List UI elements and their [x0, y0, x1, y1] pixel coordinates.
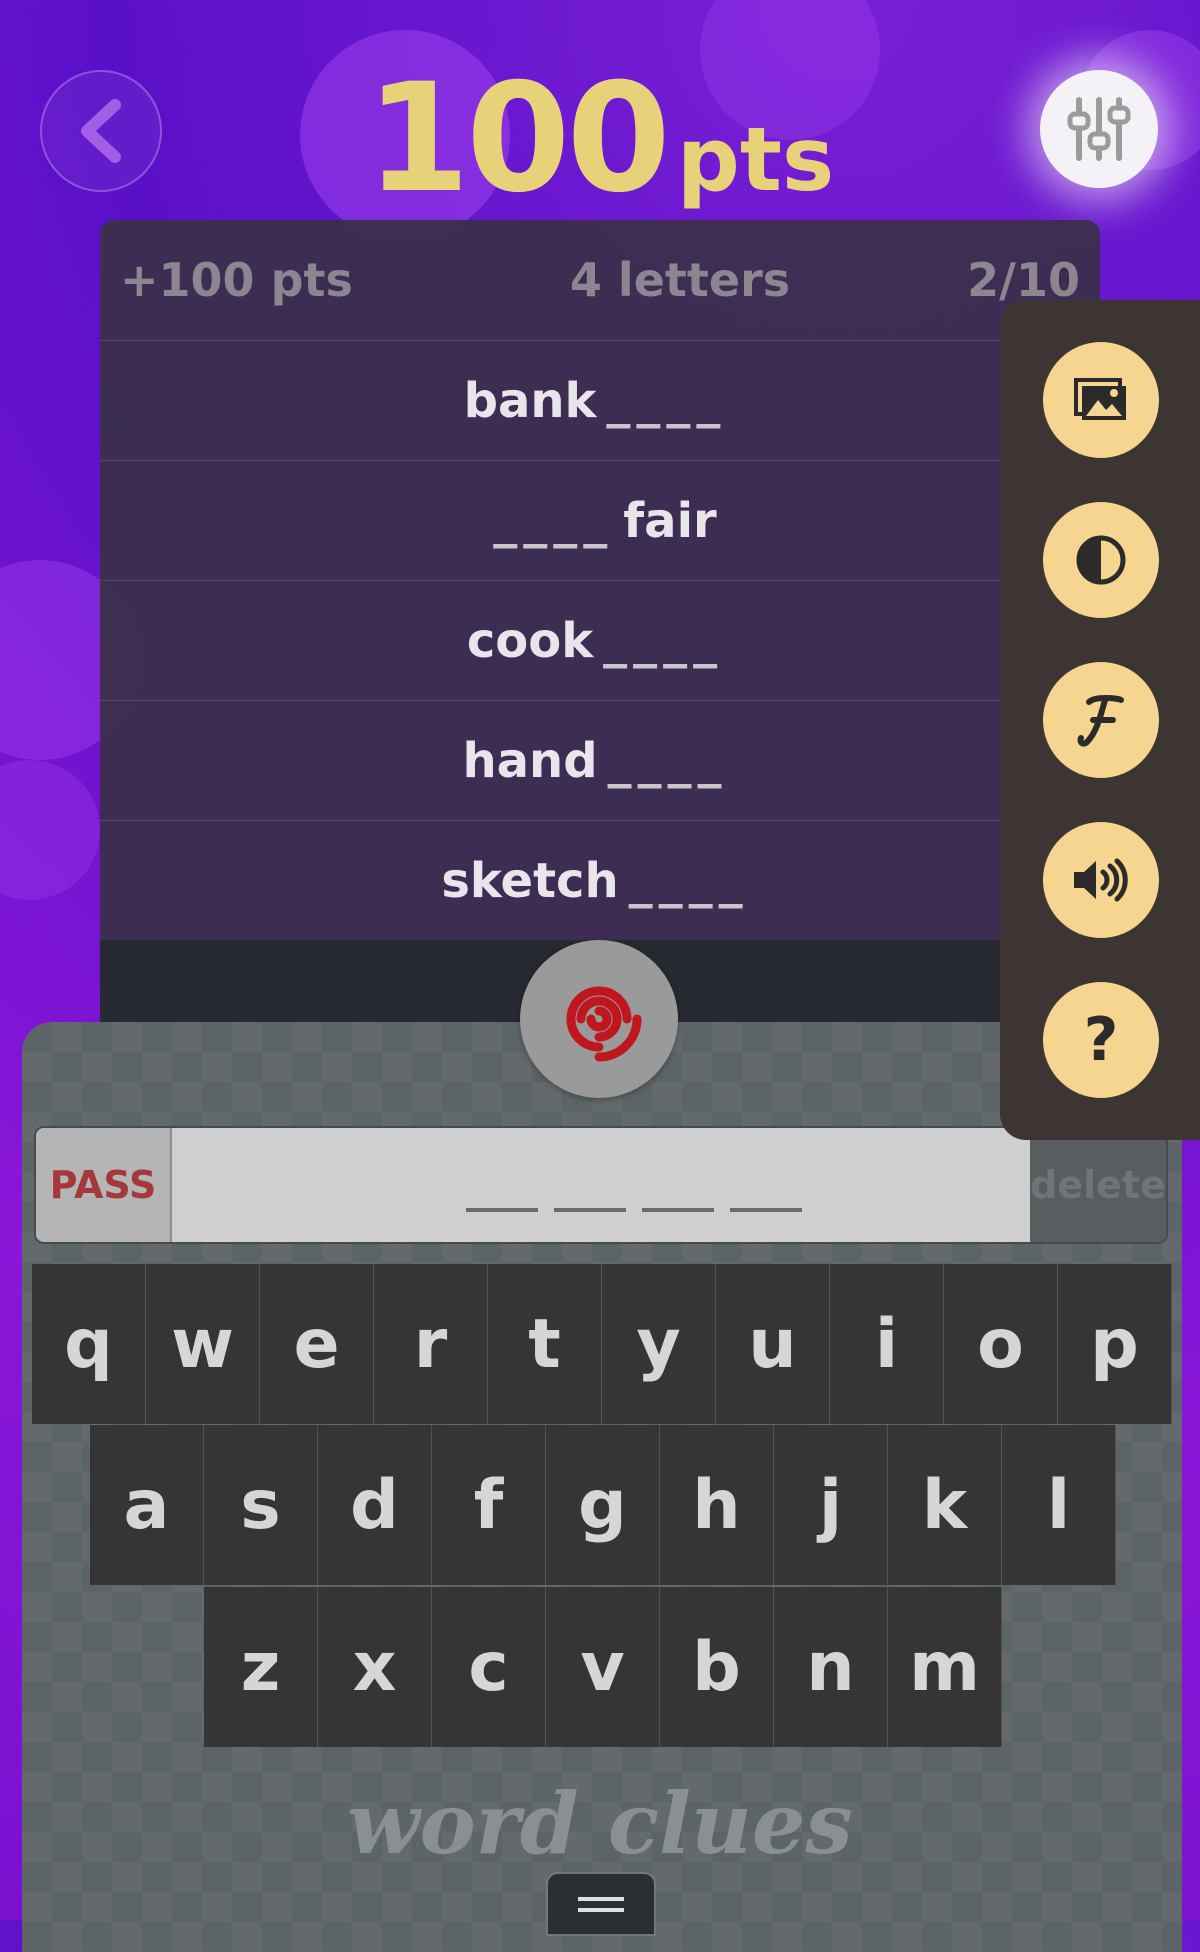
answer-input[interactable] — [172, 1128, 1028, 1242]
key-k[interactable]: k — [888, 1425, 1002, 1585]
key-e[interactable]: e — [260, 1264, 374, 1424]
background-bokeh — [0, 760, 100, 900]
score-display: 100 pts — [0, 52, 1200, 226]
pass-button[interactable]: PASS — [36, 1128, 172, 1242]
keyboard-row-1: q w e r t y u i o p — [32, 1264, 1172, 1424]
key-j[interactable]: j — [774, 1425, 888, 1585]
clue-panel: +100 pts 4 letters 2/10 bank ____ ____ f… — [100, 220, 1100, 1040]
hamburger-icon — [578, 1907, 624, 1912]
keyboard-row-2: a s d f g h j k l — [90, 1425, 1116, 1585]
letter-slot — [642, 1208, 714, 1212]
key-t[interactable]: t — [488, 1264, 602, 1424]
word-length: 4 letters — [569, 253, 791, 307]
hamburger-icon — [578, 1896, 624, 1901]
key-w[interactable]: w — [146, 1264, 260, 1424]
clue-word: bank — [463, 372, 597, 429]
key-s[interactable]: s — [204, 1425, 318, 1585]
clue-row: ____ fair — [100, 461, 1100, 581]
clue-panel-header: +100 pts 4 letters 2/10 — [100, 220, 1100, 341]
clue-row: cook ____ — [100, 581, 1100, 701]
clue-word: cook — [466, 612, 594, 669]
contrast-button[interactable] — [1043, 502, 1159, 618]
key-c[interactable]: c — [432, 1587, 546, 1747]
sliders-icon — [1067, 97, 1131, 161]
key-u[interactable]: u — [716, 1264, 830, 1424]
score-unit: pts — [676, 108, 835, 211]
clue-blank: ____ — [628, 852, 749, 909]
key-q[interactable]: q — [32, 1264, 146, 1424]
delete-button[interactable]: delete — [1030, 1128, 1166, 1242]
clue-blank: ____ — [603, 612, 724, 669]
clue-word: sketch — [441, 852, 619, 909]
contrast-icon — [1076, 535, 1126, 585]
keyboard-row-3: z x c v b n m — [204, 1587, 1002, 1747]
key-g[interactable]: g — [546, 1425, 660, 1585]
clue-blank: ____ — [607, 732, 728, 789]
clue-row: sketch ____ — [100, 821, 1100, 941]
clue-word: fair — [623, 492, 717, 549]
volume-button[interactable] — [1043, 822, 1159, 938]
answer-bar: PASS delete — [34, 1126, 1168, 1244]
key-y[interactable]: y — [602, 1264, 716, 1424]
score-value: 100 — [365, 52, 671, 226]
settings-button[interactable] — [1040, 70, 1158, 188]
font-button[interactable] — [1043, 662, 1159, 778]
key-r[interactable]: r — [374, 1264, 488, 1424]
key-a[interactable]: a — [90, 1425, 204, 1585]
help-button[interactable]: ? — [1043, 982, 1159, 1098]
clue-word: hand — [462, 732, 598, 789]
clue-row: bank ____ — [100, 341, 1100, 461]
side-menu: ? — [1000, 300, 1200, 1140]
key-p[interactable]: p — [1058, 1264, 1172, 1424]
key-f[interactable]: f — [432, 1425, 546, 1585]
clue-blank: ____ — [493, 492, 614, 549]
key-x[interactable]: x — [318, 1587, 432, 1747]
hint-button[interactable] — [520, 940, 678, 1098]
menu-handle[interactable] — [546, 1872, 656, 1936]
app-name: word clues — [347, 1774, 853, 1873]
key-z[interactable]: z — [204, 1587, 318, 1747]
key-l[interactable]: l — [1002, 1425, 1116, 1585]
volume-icon — [1074, 858, 1128, 902]
key-d[interactable]: d — [318, 1425, 432, 1585]
spiral-icon — [566, 986, 642, 1062]
image-button[interactable] — [1043, 342, 1159, 458]
key-b[interactable]: b — [660, 1587, 774, 1747]
bonus-points: +100 pts — [120, 253, 353, 307]
image-icon — [1074, 378, 1126, 420]
clue-blank: ____ — [606, 372, 727, 429]
key-h[interactable]: h — [660, 1425, 774, 1585]
key-i[interactable]: i — [830, 1264, 944, 1424]
key-n[interactable]: n — [774, 1587, 888, 1747]
help-icon: ? — [1083, 1005, 1119, 1075]
clue-row: hand ____ — [100, 701, 1100, 821]
key-o[interactable]: o — [944, 1264, 1058, 1424]
key-v[interactable]: v — [546, 1587, 660, 1747]
key-m[interactable]: m — [888, 1587, 1002, 1747]
font-icon — [1077, 695, 1124, 747]
letter-slot — [730, 1208, 802, 1212]
letter-slot — [466, 1208, 538, 1212]
puzzle-progress: 2/10 — [967, 253, 1080, 307]
letter-slot — [554, 1208, 626, 1212]
